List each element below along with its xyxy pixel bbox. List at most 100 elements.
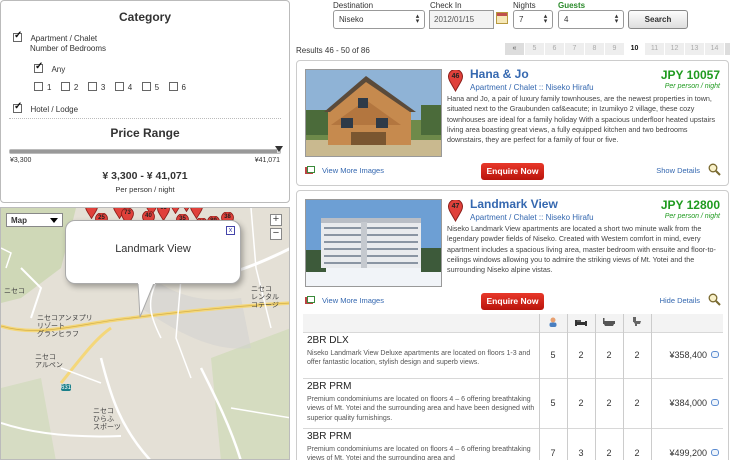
bedroom-1-checkbox[interactable] (34, 82, 43, 91)
bedroom-6-checkbox[interactable] (168, 82, 178, 91)
next-page-button[interactable]: » (725, 43, 730, 55)
chevron-updown-icon: ▴ ▾ (543, 13, 548, 25)
room-row[interactable]: 2BR DLX Niseko Landmark View Deluxe apart… (303, 331, 723, 378)
listing-description: Niseko Landmark View apartments are loca… (447, 224, 716, 275)
room-types-table: 2BR DLX Niseko Landmark View Deluxe apart… (303, 314, 723, 460)
hide-details-link[interactable]: Hide Details (660, 296, 700, 305)
map-type-select[interactable]: Map (6, 213, 63, 227)
building-photo (306, 200, 441, 286)
nights-select[interactable]: 7 ▴ ▾ (513, 10, 553, 29)
listing-photo[interactable] (305, 199, 442, 287)
map-pin[interactable]: 16 (85, 208, 98, 219)
page-link[interactable]: 6 (545, 43, 565, 55)
search-button[interactable]: Search (628, 10, 688, 29)
comment-bubble-icon[interactable] (711, 449, 719, 457)
comment-bubble-icon[interactable] (711, 399, 719, 406)
apartment-checkbox[interactable] (13, 30, 22, 42)
divider (9, 118, 281, 119)
page-link[interactable]: 8 (585, 43, 605, 55)
room-row[interactable]: 2BR PRM Premium condominiums are located … (303, 377, 723, 428)
listing-price: JPY 12800 (660, 198, 720, 212)
map-pin-label: 16 (85, 208, 98, 209)
zoom-in-button[interactable]: + (270, 214, 282, 226)
bedroom-4-checkbox[interactable] (114, 82, 124, 91)
bedroom-4-label: 4 (127, 83, 133, 92)
hotel-checkbox[interactable] (13, 101, 22, 113)
listing-photo[interactable] (305, 69, 442, 157)
page-link[interactable]: 14 (705, 43, 725, 55)
enquire-now-button[interactable]: Enquire Now (481, 163, 544, 180)
listing-name[interactable]: Landmark View (470, 197, 558, 211)
guests-select[interactable]: 4 ▴ ▾ (558, 10, 624, 29)
page-link[interactable]: 5 (525, 43, 545, 55)
bedroom-1-label: 1 (47, 83, 52, 92)
destination-select[interactable]: Niseko ▴ ▾ (333, 10, 425, 29)
calendar-icon[interactable] (496, 12, 508, 24)
map-type-label: Map (11, 216, 27, 225)
nights-value: 7 (519, 15, 524, 24)
rank-number: 47 (451, 203, 460, 210)
any-label: Any (51, 65, 66, 74)
apartment-label: Apartment / Chalet (30, 34, 98, 43)
infowindow-tail (137, 283, 155, 318)
listing-description: Hana and Jo, a pair of luxury family tow… (447, 94, 716, 145)
page-link[interactable]: 7 (565, 43, 585, 55)
room-price-cell: ¥384,000 (650, 377, 723, 428)
page-link[interactable]: 11 (645, 43, 665, 55)
prev-page-button[interactable]: « (505, 43, 525, 55)
listing-price: JPY 10057 (660, 68, 720, 82)
images-icon (305, 166, 315, 174)
view-more-images-link[interactable]: View More Images (322, 296, 384, 305)
listing-actions: View More Images Enquire Now Hide Detail… (305, 293, 725, 311)
room-name: 2BR DLX (307, 334, 349, 346)
room-description: Premium condominiums are located on floo… (307, 445, 531, 460)
bedrooms-label: Number of Bedrooms (30, 44, 107, 53)
enquire-now-button[interactable]: Enquire Now (481, 293, 544, 310)
map-pin-label: 55 (190, 208, 203, 209)
price-slider-handle[interactable] (275, 146, 283, 152)
room-price-cell: ¥499,200 (650, 427, 723, 460)
page-link[interactable]: 12 (665, 43, 685, 55)
room-guests: 5 (538, 377, 567, 428)
page-link[interactable]: 9 (605, 43, 625, 55)
listing-subtitle: Apartment / Chalet :: Niseko Hirafu (470, 83, 594, 92)
listing-name[interactable]: Hana & Jo (470, 67, 529, 81)
page-link[interactable]: 13 (685, 43, 705, 55)
room-toilets: 2 (622, 427, 651, 460)
bedroom-6-label: 6 (181, 83, 186, 92)
category-title: Category (118, 10, 171, 24)
bedroom-3-checkbox[interactable] (87, 82, 97, 91)
checkin-field[interactable]: 2012/01/15 (429, 10, 494, 29)
bed-icon (566, 314, 595, 332)
chevron-updown-icon: ▴ ▾ (415, 13, 420, 25)
filter-panel: Category Apartment / Chalet Number of Be… (0, 0, 290, 203)
hotel-label: Hotel / Lodge (30, 105, 79, 114)
close-icon[interactable]: x (226, 226, 235, 235)
zoom-out-button[interactable]: − (270, 228, 282, 240)
page-link[interactable]: 10 (625, 43, 645, 55)
chevron-down-icon (50, 218, 58, 223)
hotel-filter[interactable]: Hotel / Lodge (13, 99, 78, 117)
comment-bubble-icon[interactable] (711, 351, 719, 358)
room-toilets: 2 (622, 331, 651, 378)
view-more-images-link[interactable]: View More Images (322, 166, 384, 175)
infowindow-title: Landmark View (115, 243, 191, 255)
room-name: 3BR PRM (307, 430, 352, 442)
room-bedrooms: 2 (566, 377, 595, 428)
room-row[interactable]: 3BR PRM Premium condominiums are located … (303, 427, 723, 460)
room-price: ¥384,000 (669, 398, 707, 408)
header-spacer (303, 314, 539, 332)
price-slider[interactable] (9, 146, 283, 154)
bedroom-2-checkbox[interactable] (60, 82, 70, 91)
listing-subtitle: Apartment / Chalet :: Niseko Hirafu (470, 213, 594, 222)
magnifier-icon[interactable] (708, 293, 721, 306)
listing-price-unit: Per person / night (664, 213, 720, 220)
guests-label: Guests (558, 1, 586, 10)
bedrooms-any[interactable]: Any (34, 59, 65, 77)
bedroom-5-checkbox[interactable] (141, 82, 151, 91)
magnifier-icon[interactable] (708, 163, 721, 176)
page: Category Apartment / Chalet Number of Be… (0, 0, 730, 460)
any-checkbox[interactable] (34, 61, 43, 73)
map[interactable]: 631 ニセコ レンタル コテージ ニセコアンヌプリ リゾート グランヒラフ ニ… (0, 207, 290, 460)
show-details-link[interactable]: Show Details (656, 166, 700, 175)
